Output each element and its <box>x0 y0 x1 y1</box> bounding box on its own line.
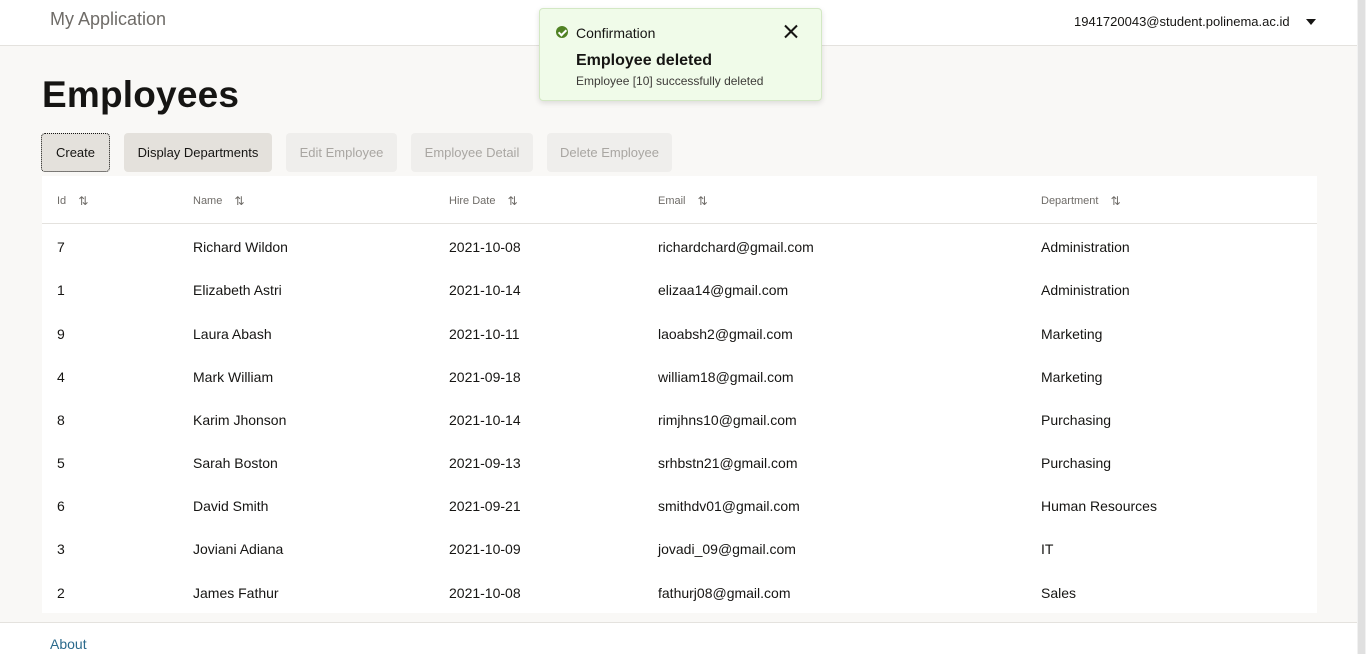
cell-email: elizaa14@gmail.com <box>658 282 789 298</box>
check-circle-icon <box>556 26 568 38</box>
cell-department: Administration <box>1041 239 1130 255</box>
table-row[interactable]: 7 Richard Wildon 2021-10-08 richardchard… <box>42 226 1317 269</box>
display-departments-button[interactable]: Display Departments <box>124 133 272 172</box>
delete-employee-button[interactable]: Delete Employee <box>547 133 672 172</box>
cell-name: Karim Jhonson <box>193 412 287 428</box>
cell-hire-date: 2021-10-14 <box>449 282 521 298</box>
create-button[interactable]: Create <box>41 133 110 172</box>
cell-name: Richard Wildon <box>193 239 288 255</box>
column-header-label: Hire Date <box>449 195 496 207</box>
scrollbar-thumb[interactable] <box>1358 0 1365 654</box>
cell-hire-date: 2021-09-18 <box>449 369 521 385</box>
employee-detail-button[interactable]: Employee Detail <box>411 133 533 172</box>
sort-icon[interactable]: ⇅ <box>1110 194 1120 208</box>
table-row[interactable]: 8 Karim Jhonson 2021-10-14 rimjhns10@gma… <box>42 399 1317 442</box>
cell-email: srhbstn21@gmail.com <box>658 455 798 471</box>
table-row[interactable]: 6 David Smith 2021-09-21 smithdv01@gmail… <box>42 485 1317 528</box>
cell-email: fathurj08@gmail.com <box>658 585 791 601</box>
cell-email: william18@gmail.com <box>658 369 794 385</box>
table-row[interactable]: 3 Joviani Adiana 2021-10-09 jovadi_09@gm… <box>42 528 1317 571</box>
cell-department: Purchasing <box>1041 455 1112 471</box>
cell-id: 4 <box>57 369 65 385</box>
app-footer: About <box>0 622 1357 654</box>
cell-department: Sales <box>1041 585 1077 601</box>
cell-id: 9 <box>57 326 65 342</box>
app-title: My Application <box>50 9 167 29</box>
cell-name: Joviani Adiana <box>193 541 284 557</box>
cell-hire-date: 2021-10-11 <box>449 326 520 342</box>
cell-id: 3 <box>57 541 65 557</box>
cell-department: Marketing <box>1041 369 1103 385</box>
cell-hire-date: 2021-10-08 <box>449 239 521 255</box>
about-link[interactable]: About <box>50 636 87 652</box>
table-row[interactable]: 4 Mark William 2021-09-18 william18@gmai… <box>42 356 1317 399</box>
cell-id: 2 <box>57 585 65 601</box>
scrollbar-track[interactable] <box>1357 0 1366 654</box>
confirmation-toast: Confirmation Employee deleted Employee [… <box>539 8 822 101</box>
toast-heading: Confirmation <box>576 25 656 41</box>
cell-name: James Fathur <box>193 585 279 601</box>
table-row[interactable]: 2 James Fathur 2021-10-08 fathurj08@gmai… <box>42 572 1317 615</box>
cell-hire-date: 2021-10-14 <box>449 412 521 428</box>
cell-department: Administration <box>1041 282 1130 298</box>
cell-email: jovadi_09@gmail.com <box>658 541 796 557</box>
cell-name: Sarah Boston <box>193 455 278 471</box>
sort-icon[interactable]: ⇅ <box>698 194 708 208</box>
column-header-department[interactable]: Department ⇅ <box>1041 194 1121 208</box>
toast-detail: Employee [10] successfully deleted <box>576 74 764 88</box>
column-header-label: Name <box>193 195 223 207</box>
cell-hire-date: 2021-10-08 <box>449 585 521 601</box>
table-row[interactable]: 1 Elizabeth Astri 2021-10-14 elizaa14@gm… <box>42 269 1317 312</box>
user-email: 1941720043@student.polinema.ac.id <box>1074 14 1290 29</box>
cell-email: rimjhns10@gmail.com <box>658 412 797 428</box>
column-header-id[interactable]: Id ⇅ <box>57 194 88 208</box>
table-row[interactable]: 9 Laura Abash 2021-10-11 laoabsh2@gmail.… <box>42 313 1317 356</box>
cell-id: 5 <box>57 455 65 471</box>
cell-email: smithdv01@gmail.com <box>658 498 800 514</box>
sort-icon[interactable]: ⇅ <box>234 194 244 208</box>
cell-department: Purchasing <box>1041 412 1112 428</box>
column-header-label: Email <box>658 195 686 207</box>
column-header-label: Id <box>57 195 67 207</box>
table-row[interactable]: 5 Sarah Boston 2021-09-13 srhbstn21@gmai… <box>42 442 1317 485</box>
cell-hire-date: 2021-09-21 <box>449 498 521 514</box>
cell-email: laoabsh2@gmail.com <box>658 326 793 342</box>
cell-name: Mark William <box>193 369 274 385</box>
cell-id: 7 <box>57 239 65 255</box>
sort-icon[interactable]: ⇅ <box>78 194 88 208</box>
edit-employee-button[interactable]: Edit Employee <box>286 133 397 172</box>
user-menu[interactable]: 1941720043@student.polinema.ac.id <box>1074 14 1316 29</box>
table-header: Id ⇅ Name ⇅ Hire Date ⇅ Email ⇅ Departme… <box>42 176 1317 224</box>
close-icon[interactable] <box>782 22 800 40</box>
cell-id: 1 <box>57 282 65 298</box>
sort-icon[interactable]: ⇅ <box>507 194 517 208</box>
cell-hire-date: 2021-09-13 <box>449 455 521 471</box>
employees-table: Id ⇅ Name ⇅ Hire Date ⇅ Email ⇅ Departme… <box>42 176 1317 613</box>
column-header-label: Department <box>1041 195 1099 207</box>
column-header-email[interactable]: Email ⇅ <box>658 194 708 208</box>
column-header-name[interactable]: Name ⇅ <box>193 194 244 208</box>
cell-email: richardchard@gmail.com <box>658 239 814 255</box>
cell-name: Elizabeth Astri <box>193 282 282 298</box>
cell-id: 8 <box>57 412 65 428</box>
cell-department: Marketing <box>1041 326 1103 342</box>
cell-name: Laura Abash <box>193 326 272 342</box>
column-header-hire-date[interactable]: Hire Date ⇅ <box>449 194 518 208</box>
cell-hire-date: 2021-10-09 <box>449 541 521 557</box>
cell-id: 6 <box>57 498 65 514</box>
toast-summary: Employee deleted <box>576 52 713 69</box>
cell-name: David Smith <box>193 498 269 514</box>
page-title: Employees <box>42 74 240 115</box>
cell-department: Human Resources <box>1041 498 1157 514</box>
caret-down-icon[interactable] <box>1305 18 1316 25</box>
cell-department: IT <box>1041 541 1054 557</box>
